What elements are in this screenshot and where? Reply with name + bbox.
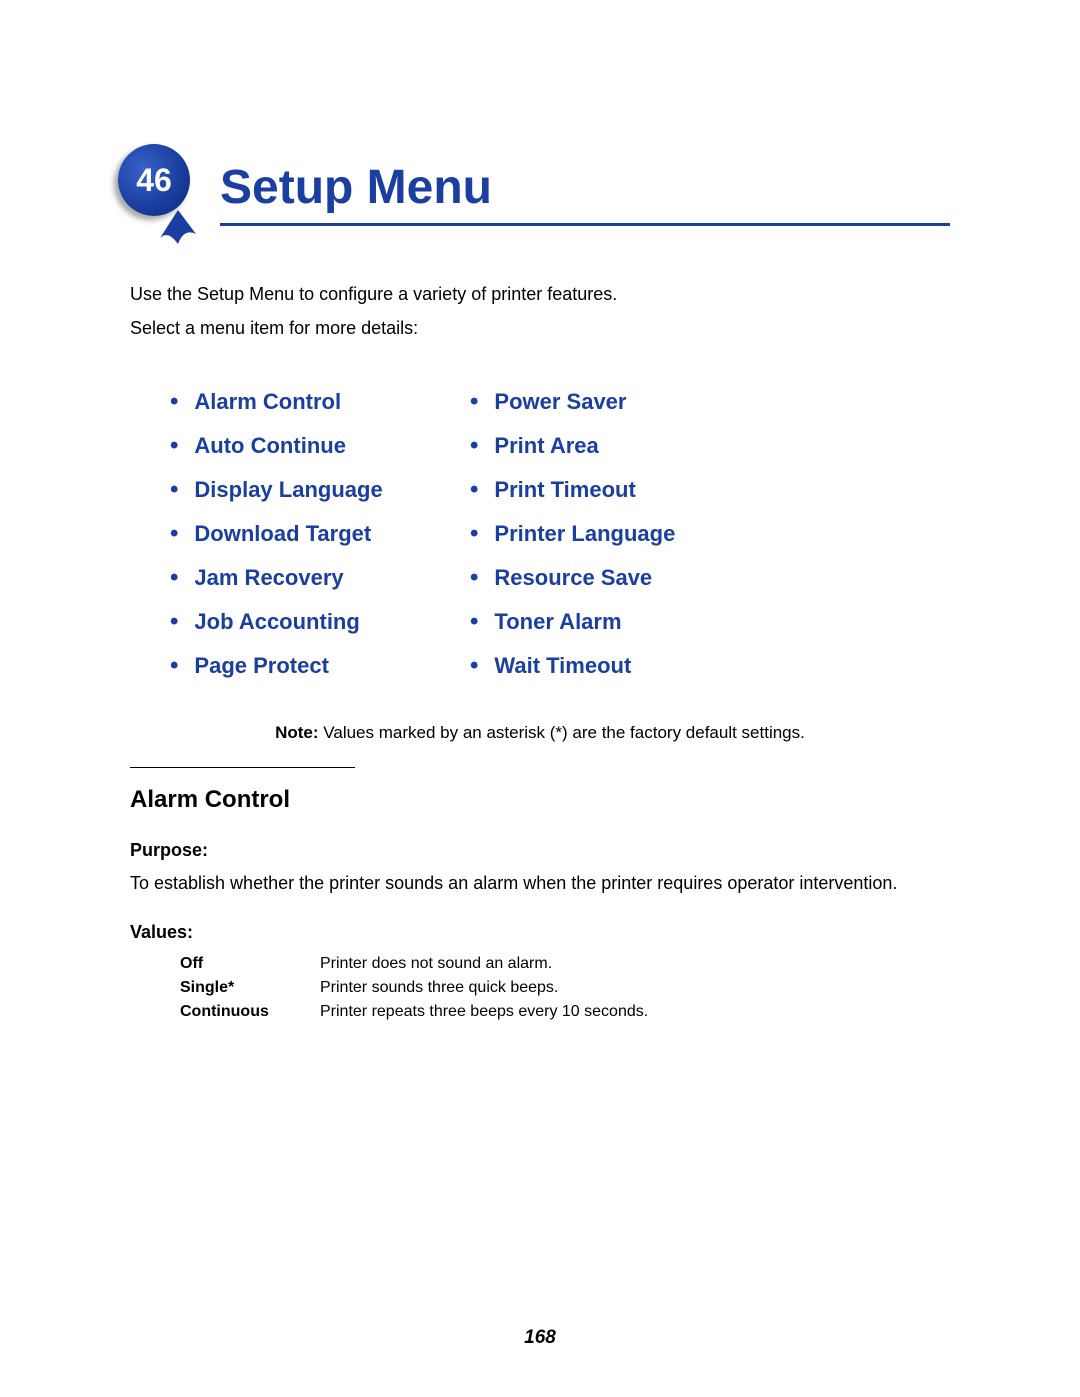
menu-item-printer-language[interactable]: • Printer Language bbox=[470, 521, 770, 547]
menu-link-label: Display Language bbox=[194, 477, 382, 503]
menu-item-print-area[interactable]: • Print Area bbox=[470, 433, 770, 459]
menu-link-label: Job Accounting bbox=[194, 609, 359, 635]
intro-line-2: Select a menu item for more details: bbox=[130, 315, 950, 343]
value-desc: Printer does not sound an alarm. bbox=[320, 955, 950, 973]
value-name: Off bbox=[180, 955, 320, 973]
document-page: 46 Setup Menu Use the Setup Menu to conf… bbox=[0, 0, 1080, 1397]
menu-item-alarm-control[interactable]: • Alarm Control bbox=[170, 389, 470, 415]
badge-tail-icon bbox=[154, 210, 202, 246]
value-name: Single* bbox=[180, 979, 320, 997]
menu-link-label: Print Area bbox=[494, 433, 598, 459]
purpose-text: To establish whether the printer sounds … bbox=[130, 873, 950, 894]
table-row: Continuous Printer repeats three beeps e… bbox=[180, 1003, 950, 1021]
value-desc: Printer repeats three beeps every 10 sec… bbox=[320, 1003, 950, 1021]
menu-link-label: Wait Timeout bbox=[494, 653, 631, 679]
menu-col-right: • Power Saver • Print Area • Print Timeo… bbox=[470, 371, 770, 697]
menu-link-label: Power Saver bbox=[494, 389, 626, 415]
intro-line-1: Use the Setup Menu to configure a variet… bbox=[130, 281, 950, 309]
bullet-icon: • bbox=[470, 390, 478, 414]
bullet-icon: • bbox=[170, 390, 178, 414]
menu-link-label: Page Protect bbox=[194, 653, 329, 679]
menu-link-label: Toner Alarm bbox=[494, 609, 621, 635]
values-label: Values: bbox=[130, 922, 950, 943]
bullet-icon: • bbox=[470, 434, 478, 458]
bullet-icon: • bbox=[170, 522, 178, 546]
menu-item-print-timeout[interactable]: • Print Timeout bbox=[470, 477, 770, 503]
value-name: Continuous bbox=[180, 1003, 320, 1021]
section-heading: Alarm Control bbox=[130, 786, 950, 814]
menu-item-auto-continue[interactable]: • Auto Continue bbox=[170, 433, 470, 459]
menu-link-label: Resource Save bbox=[494, 565, 652, 591]
menu-link-label: Download Target bbox=[194, 521, 371, 547]
menu-link-label: Alarm Control bbox=[194, 389, 341, 415]
menu-item-display-language[interactable]: • Display Language bbox=[170, 477, 470, 503]
bullet-icon: • bbox=[170, 434, 178, 458]
menu-link-label: Jam Recovery bbox=[194, 565, 343, 591]
bullet-icon: • bbox=[170, 610, 178, 634]
note-text: Values marked by an asterisk (*) are the… bbox=[319, 723, 805, 742]
menu-item-list: • Alarm Control • Auto Continue • Displa… bbox=[130, 371, 950, 697]
menu-link-label: Auto Continue bbox=[194, 433, 346, 459]
bullet-icon: • bbox=[470, 566, 478, 590]
chapter-badge: 46 bbox=[118, 144, 190, 216]
note-label: Note: bbox=[275, 723, 318, 742]
value-desc: Printer sounds three quick beeps. bbox=[320, 979, 950, 997]
table-row: Single* Printer sounds three quick beeps… bbox=[180, 979, 950, 997]
bullet-icon: • bbox=[470, 478, 478, 502]
chapter-number: 46 bbox=[136, 162, 172, 199]
title-rule bbox=[220, 223, 950, 226]
menu-item-job-accounting[interactable]: • Job Accounting bbox=[170, 609, 470, 635]
menu-item-wait-timeout[interactable]: • Wait Timeout bbox=[470, 653, 770, 679]
bullet-icon: • bbox=[170, 566, 178, 590]
menu-item-jam-recovery[interactable]: • Jam Recovery bbox=[170, 565, 470, 591]
menu-item-resource-save[interactable]: • Resource Save bbox=[470, 565, 770, 591]
menu-item-page-protect[interactable]: • Page Protect bbox=[170, 653, 470, 679]
menu-link-label: Printer Language bbox=[494, 521, 675, 547]
menu-item-power-saver[interactable]: • Power Saver bbox=[470, 389, 770, 415]
values-table: Off Printer does not sound an alarm. Sin… bbox=[180, 955, 950, 1021]
chapter-title: Setup Menu bbox=[220, 150, 950, 215]
bullet-icon: • bbox=[470, 610, 478, 634]
chapter-header: 46 Setup Menu bbox=[130, 150, 950, 226]
bullet-icon: • bbox=[470, 522, 478, 546]
menu-item-toner-alarm[interactable]: • Toner Alarm bbox=[470, 609, 770, 635]
purpose-label: Purpose: bbox=[130, 840, 950, 861]
section-rule bbox=[130, 767, 355, 768]
bullet-icon: • bbox=[170, 654, 178, 678]
menu-col-left: • Alarm Control • Auto Continue • Displa… bbox=[170, 371, 470, 697]
note-line: Note: Values marked by an asterisk (*) a… bbox=[130, 723, 950, 743]
bullet-icon: • bbox=[470, 654, 478, 678]
bullet-icon: • bbox=[170, 478, 178, 502]
menu-link-label: Print Timeout bbox=[494, 477, 635, 503]
menu-item-download-target[interactable]: • Download Target bbox=[170, 521, 470, 547]
table-row: Off Printer does not sound an alarm. bbox=[180, 955, 950, 973]
page-number: 168 bbox=[0, 1327, 1080, 1349]
